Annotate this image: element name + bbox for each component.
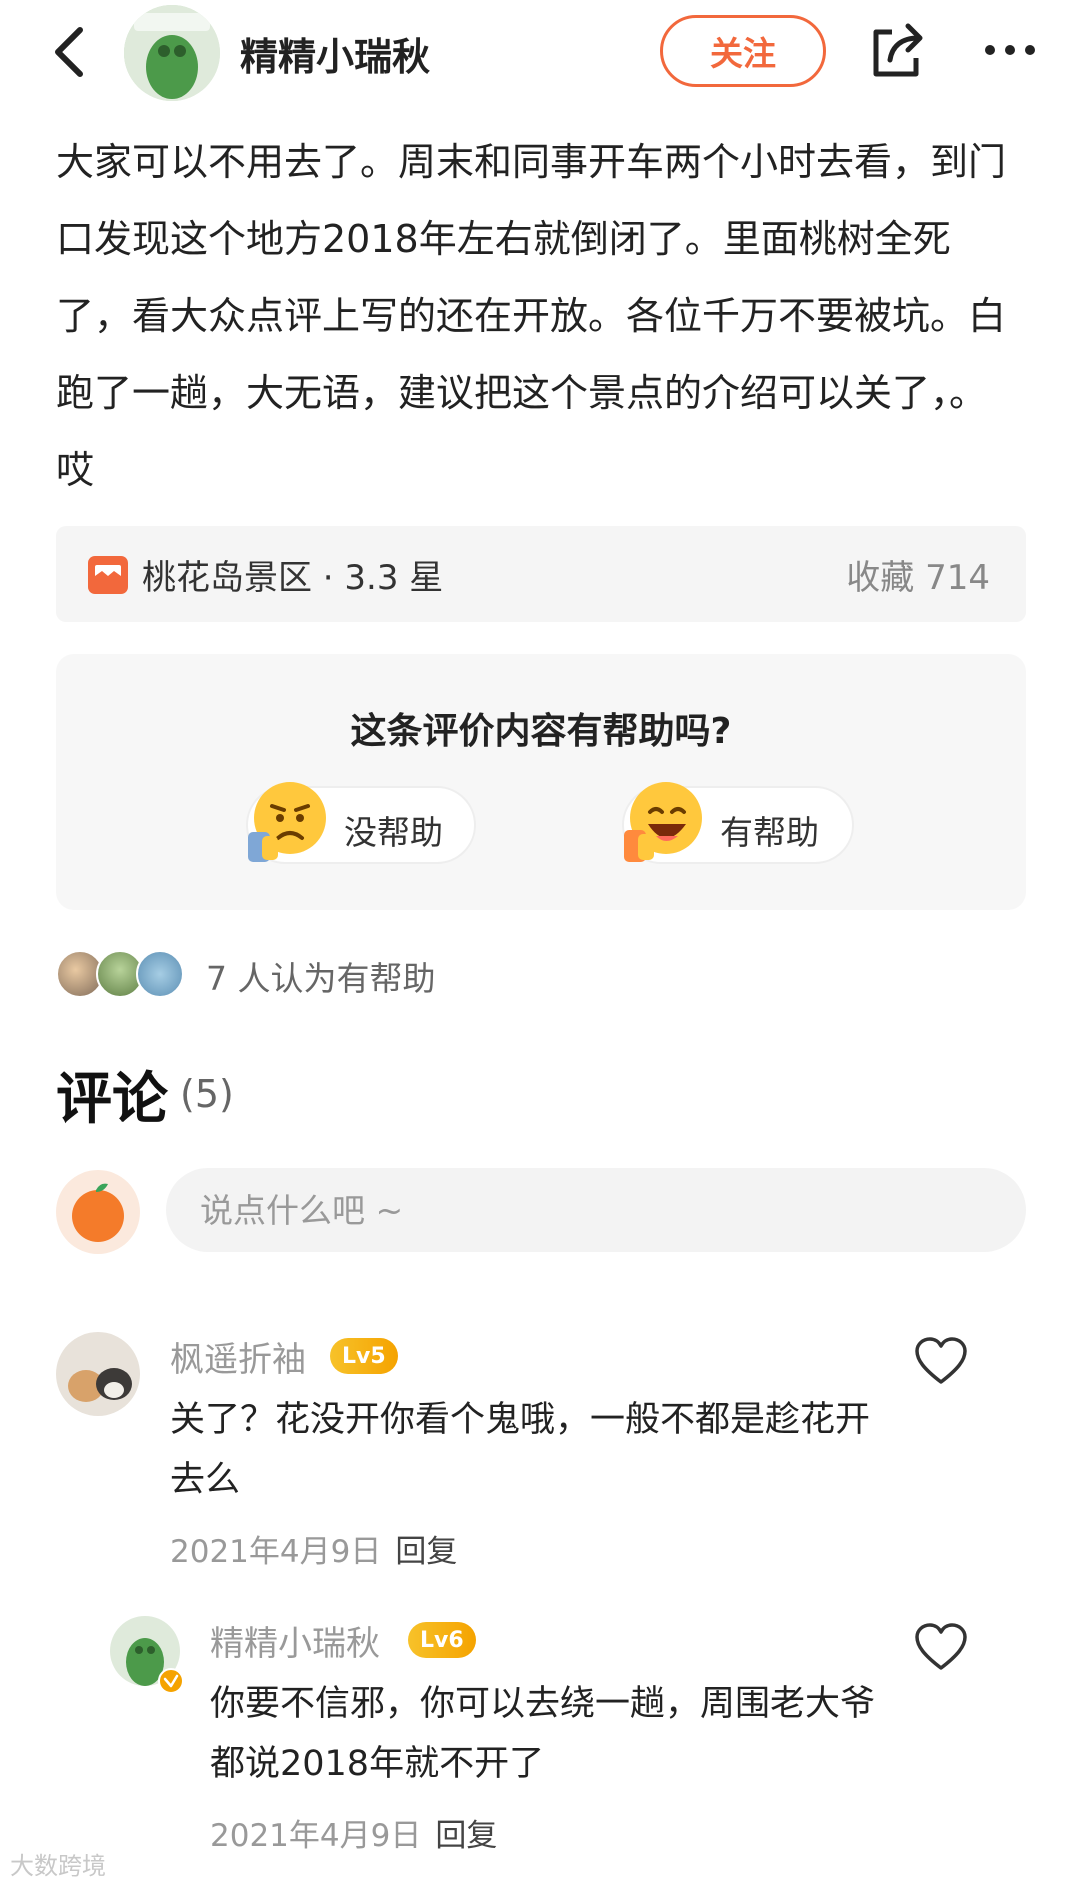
helpful-question: 这条评价内容有帮助吗? [350, 711, 732, 752]
author-avatar[interactable] [124, 5, 220, 101]
back-arrow-icon[interactable] [42, 22, 102, 82]
not-helpful-button[interactable]: 没帮助 [246, 782, 476, 864]
more-icon[interactable] [980, 30, 1040, 70]
helpful-button[interactable]: 有帮助 [622, 782, 854, 864]
level-badge: Lv5 [330, 1338, 398, 1374]
comment-item: 枫遥折袖 Lv5 关了？花没开你看个鬼哦，一般不都是趁花开去么 2021年4月9… [0, 1326, 1080, 1576]
heart-icon[interactable] [914, 1336, 968, 1386]
helpful-card: 这条评价内容有帮助吗? 没帮助 有帮助 [56, 654, 1026, 910]
helpful-label: 有帮助 [720, 813, 819, 852]
watermark: 大数跨境 [10, 1852, 106, 1880]
comment-date: 2021年4月9日 [210, 1818, 422, 1854]
place-name-rating: 桃花岛景区 · 3.3 星 [142, 558, 444, 598]
comments-title: 评论 [56, 1067, 168, 1132]
comment-meta: 2021年4月9日 回复 [210, 1810, 497, 1855]
helpful-count: 7 人认为有帮助 [206, 959, 436, 998]
comments-count: (5) [180, 1072, 234, 1116]
comment-input[interactable] [166, 1168, 1026, 1252]
reply-button[interactable]: 回复 [395, 1534, 457, 1570]
place-favorites: 收藏 714 [846, 558, 990, 598]
avatar [136, 950, 184, 998]
review-text: 大家可以不用去了。周末和同事开车两个小时去看，到门口发现这个地方2018年左右就… [56, 140, 1007, 492]
reply-button[interactable]: 回复 [435, 1818, 497, 1854]
author-name[interactable]: 精精小瑞秋 [240, 26, 430, 81]
not-helpful-label: 没帮助 [344, 813, 443, 852]
comment-meta: 2021年4月9日 回复 [170, 1526, 457, 1571]
level-badge: Lv6 [408, 1622, 476, 1658]
top-bar: 精精小瑞秋 关注 [0, 0, 1080, 110]
comment-body: 关了？花没开你看个鬼哦，一般不都是趁花开去么 [170, 1400, 871, 1500]
avatar[interactable] [56, 1332, 140, 1416]
commenter-name[interactable]: 枫遥折袖 [170, 1332, 306, 1381]
heart-icon[interactable] [914, 1622, 968, 1672]
commenter-name[interactable]: 精精小瑞秋 [210, 1616, 380, 1665]
verified-icon [158, 1668, 184, 1694]
comment-date: 2021年4月9日 [170, 1534, 382, 1570]
follow-button[interactable]: 关注 [660, 15, 826, 87]
comment-item: 精精小瑞秋 Lv6 你要不信邪，你可以去绕一趟，周围老大爷都说2018年就不开了… [0, 1610, 1080, 1860]
comment-body: 你要不信邪，你可以去绕一趟，周围老大爷都说2018年就不开了 [210, 1684, 876, 1784]
share-icon[interactable] [866, 18, 930, 82]
place-card[interactable]: 桃花岛景区 · 3.3 星 收藏 714 [56, 526, 1026, 622]
place-icon [88, 556, 128, 594]
unhappy-emoji-icon [248, 782, 326, 862]
happy-emoji-icon [624, 782, 702, 862]
my-avatar [56, 1170, 140, 1254]
